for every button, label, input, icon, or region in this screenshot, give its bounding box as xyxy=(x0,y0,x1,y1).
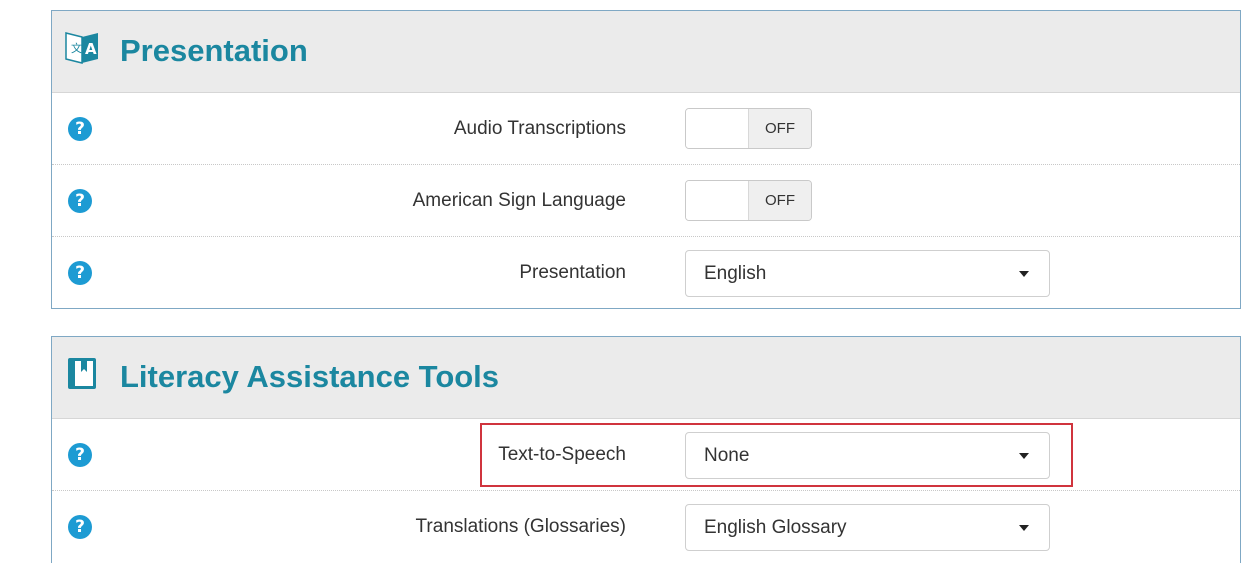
help-icon[interactable]: ? xyxy=(68,117,92,141)
help-icon[interactable]: ? xyxy=(68,261,92,285)
select-value: English Glossary xyxy=(704,517,847,538)
setting-label: American Sign Language xyxy=(412,190,626,211)
book-icon xyxy=(68,358,96,389)
help-icon[interactable]: ? xyxy=(68,189,92,213)
select-value: None xyxy=(704,445,750,466)
toggle-knob xyxy=(686,181,749,220)
caret-down-icon xyxy=(1019,271,1029,277)
translations-glossary-select[interactable]: English Glossary xyxy=(685,504,1050,551)
toggle-knob xyxy=(686,109,749,148)
select-value: English xyxy=(704,263,767,284)
svg-text:文: 文 xyxy=(71,41,82,55)
literacy-assistance-panel: Literacy Assistance Tools ? Text-to-Spee… xyxy=(51,336,1241,563)
presentation-panel-header: 文 A Presentation xyxy=(52,11,1240,93)
caret-down-icon xyxy=(1019,525,1029,531)
setting-label: Audio Transcriptions xyxy=(453,118,626,139)
setting-label: Text-to-Speech xyxy=(498,444,626,465)
setting-row-american-sign-language: ? American Sign Language OFF xyxy=(52,165,1240,237)
translate-icon: 文 A xyxy=(65,32,98,64)
toggle-state: OFF xyxy=(749,181,811,220)
presentation-language-select[interactable]: English xyxy=(685,250,1050,297)
setting-label: Translations (Glossaries) xyxy=(415,516,626,537)
caret-down-icon xyxy=(1019,453,1029,459)
presentation-panel: 文 A Presentation ? Audio Transcriptions … xyxy=(51,10,1241,309)
setting-row-text-to-speech: ? Text-to-Speech None xyxy=(52,419,1240,491)
setting-row-translations: ? Translations (Glossaries) English Glos… xyxy=(52,491,1240,562)
text-to-speech-select[interactable]: None xyxy=(685,432,1050,479)
toggle-state: OFF xyxy=(749,109,811,148)
setting-label: Presentation xyxy=(519,262,626,283)
presentation-panel-title: Presentation xyxy=(120,33,308,68)
literacy-panel-title: Literacy Assistance Tools xyxy=(120,359,500,394)
setting-row-audio-transcriptions: ? Audio Transcriptions OFF xyxy=(52,93,1240,165)
svg-text:A: A xyxy=(85,40,97,58)
american-sign-language-toggle[interactable]: OFF xyxy=(685,180,812,221)
help-icon[interactable]: ? xyxy=(68,443,92,467)
help-icon[interactable]: ? xyxy=(68,515,92,539)
setting-row-presentation: ? Presentation English xyxy=(52,237,1240,308)
literacy-panel-header: Literacy Assistance Tools xyxy=(52,337,1240,419)
audio-transcriptions-toggle[interactable]: OFF xyxy=(685,108,812,149)
